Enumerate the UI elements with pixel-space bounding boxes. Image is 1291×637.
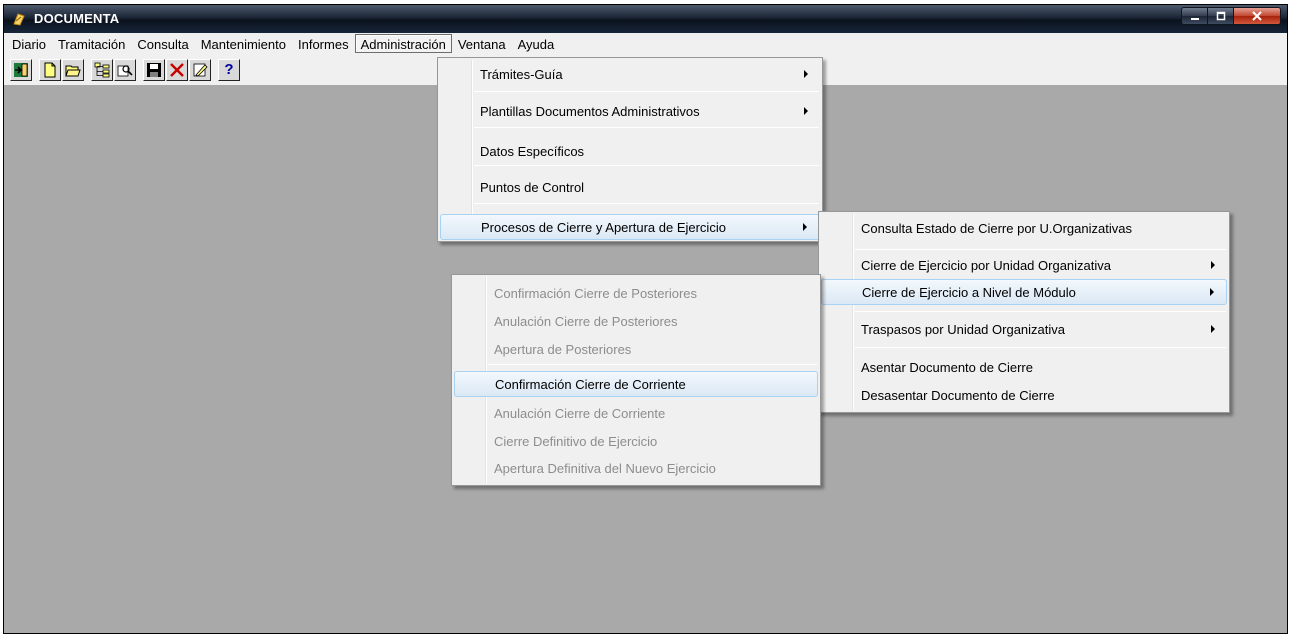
menu-item-procesos-cierre[interactable]: Procesos de Cierre y Apertura de Ejercic… — [440, 214, 820, 240]
menu-item-label: Cierre de Ejercicio a Nivel de Módulo — [862, 284, 1076, 300]
view-button[interactable] — [114, 59, 136, 81]
help-button[interactable]: ? — [218, 59, 240, 81]
submenu-arrow-icon — [1211, 325, 1215, 333]
submenu-arrow-icon — [1210, 288, 1214, 296]
menu-item-label: Desasentar Documento de Cierre — [861, 387, 1055, 403]
menu-item-confirmacion-corriente[interactable]: Confirmación Cierre de Corriente — [454, 371, 818, 397]
title-bar[interactable]: DOCUMENTA — [4, 5, 1287, 33]
menu-item-label: Apertura Definitiva del Nuevo Ejercicio — [494, 460, 716, 476]
window-title: DOCUMENTA — [34, 11, 120, 26]
menu-item-anulacion-posteriores: Anulación Cierre de Posteriores — [454, 310, 818, 332]
menu-separator — [474, 203, 819, 204]
menu-item-apertura-definitiva: Apertura Definitiva del Nuevo Ejercicio — [454, 457, 818, 479]
menu-item-consulta-estado[interactable]: Consulta Estado de Cierre por U.Organiza… — [821, 217, 1227, 239]
menu-item-label: Datos Específicos — [480, 143, 585, 159]
menu-tramitacion[interactable]: Tramitación — [52, 34, 131, 53]
view-icon — [117, 65, 133, 77]
menu-item-tramites-guia[interactable]: Trámites-Guía — [440, 63, 820, 85]
save-icon — [147, 63, 161, 77]
menu-item-label: Anulación Cierre de Posteriores — [494, 313, 678, 329]
tree-view-icon — [94, 62, 110, 78]
menu-item-cierre-definitivo: Cierre Definitivo de Ejercicio — [454, 430, 818, 452]
menu-separator — [855, 347, 1226, 348]
maximize-icon — [1216, 11, 1225, 21]
menu-informes[interactable]: Informes — [292, 34, 355, 53]
menu-bar: Diario Tramitación Consulta Mantenimient… — [4, 33, 1287, 54]
app-logo-icon — [13, 13, 25, 26]
menu-item-label: Confirmación Cierre de Corriente — [495, 376, 686, 392]
menu-item-label: Confirmación Cierre de Posteriores — [494, 285, 698, 301]
menu-item-label: Puntos de Control — [480, 179, 585, 195]
minimize-icon — [1190, 18, 1199, 20]
menu-item-confirmacion-posteriores: Confirmación Cierre de Posteriores — [454, 282, 818, 304]
menu-item-label: Traspasos por Unidad Organizativa — [861, 321, 1066, 337]
edit-icon — [193, 63, 208, 77]
menu-item-plantillas[interactable]: Plantillas Documentos Administrativos — [440, 100, 820, 122]
submenu-arrow-icon — [1211, 261, 1215, 269]
menu-item-puntos-control[interactable]: Puntos de Control — [440, 176, 820, 198]
procesos-cierre-submenu: Consulta Estado de Cierre por U.Organiza… — [818, 211, 1230, 413]
menu-separator — [855, 249, 1226, 250]
menu-separator — [474, 91, 819, 92]
exit-button[interactable] — [10, 59, 32, 81]
edit-button[interactable] — [189, 59, 211, 81]
open-folder-icon — [65, 65, 81, 77]
menu-item-label: Cierre de Ejercicio por Unidad Organizat… — [861, 257, 1112, 273]
menu-mantenimiento[interactable]: Mantenimiento — [195, 34, 292, 53]
menu-item-cierre-unidad[interactable]: Cierre de Ejercicio por Unidad Organizat… — [821, 254, 1227, 276]
menu-item-asentar[interactable]: Asentar Documento de Cierre — [821, 356, 1227, 378]
submenu-arrow-icon — [804, 107, 808, 115]
menu-diario[interactable]: Diario — [6, 34, 52, 53]
menu-item-label: Plantillas Documentos Administrativos — [480, 103, 700, 119]
open-button[interactable] — [62, 59, 84, 81]
menu-ayuda[interactable]: Ayuda — [512, 34, 561, 53]
administracion-menu: Trámites-Guía Plantillas Documentos Admi… — [437, 57, 823, 242]
menu-separator — [855, 311, 1226, 312]
new-document-icon — [44, 62, 56, 78]
menu-item-cierre-modulo[interactable]: Cierre de Ejercicio a Nivel de Módulo — [821, 279, 1227, 305]
menu-separator — [474, 165, 819, 166]
help-icon: ? — [224, 61, 234, 78]
menu-item-label: Procesos de Cierre y Apertura de Ejercic… — [481, 219, 726, 235]
new-document-button[interactable] — [39, 59, 61, 81]
menu-separator — [474, 127, 819, 128]
menu-item-label: Trámites-Guía — [480, 66, 563, 82]
submenu-arrow-icon — [804, 70, 808, 78]
submenu-arrow-icon — [803, 223, 807, 231]
menu-item-datos-especificos[interactable]: Datos Específicos — [440, 140, 820, 162]
menu-item-label: Anulación Cierre de Corriente — [494, 405, 666, 421]
minimize-button[interactable] — [1182, 8, 1208, 24]
menu-item-traspasos[interactable]: Traspasos por Unidad Organizativa — [821, 318, 1227, 340]
menu-item-desasentar[interactable]: Desasentar Documento de Cierre — [821, 384, 1227, 406]
maximize-button[interactable] — [1208, 8, 1234, 24]
menu-item-anulacion-corriente: Anulación Cierre de Corriente — [454, 402, 818, 424]
menu-consulta[interactable]: Consulta — [131, 34, 194, 53]
tree-view-button[interactable] — [91, 59, 113, 81]
cierre-modulo-submenu: Confirmación Cierre de Posteriores Anula… — [451, 274, 821, 486]
menu-item-label: Apertura de Posteriores — [494, 341, 632, 357]
save-button[interactable] — [143, 59, 165, 81]
window-controls — [1181, 7, 1281, 25]
menu-ventana[interactable]: Ventana — [452, 34, 512, 53]
menu-item-label: Asentar Documento de Cierre — [861, 359, 1033, 375]
menu-item-label: Consulta Estado de Cierre por U.Organiza… — [861, 220, 1132, 236]
menu-administracion[interactable]: Administración — [354, 34, 452, 53]
close-button[interactable] — [1234, 8, 1280, 24]
exit-icon — [14, 63, 28, 77]
menu-separator — [488, 364, 817, 365]
delete-icon — [170, 63, 184, 77]
delete-button[interactable] — [166, 59, 188, 81]
menu-item-label: Cierre Definitivo de Ejercicio — [494, 433, 658, 449]
menu-item-apertura-posteriores: Apertura de Posteriores — [454, 338, 818, 360]
close-icon — [1252, 11, 1262, 21]
